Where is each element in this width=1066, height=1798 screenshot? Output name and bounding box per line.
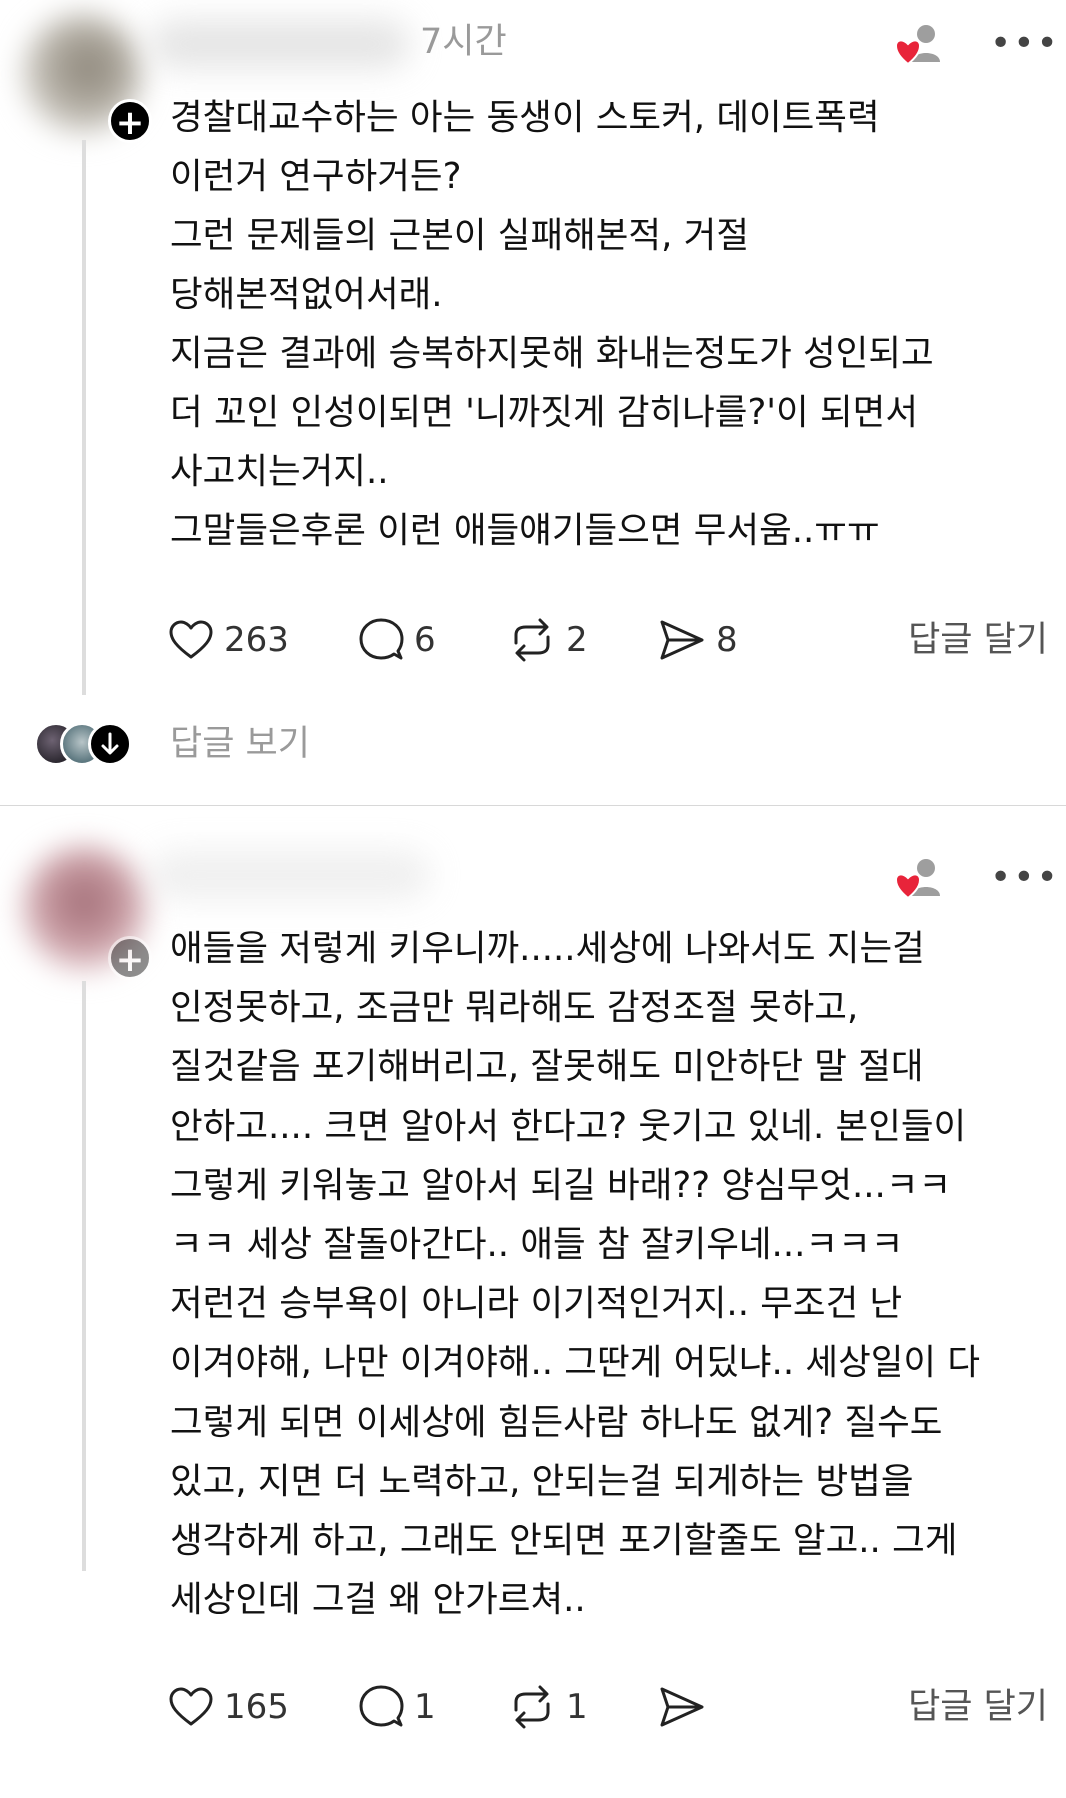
post-line: 그런 문제들의 근본이 실패해본적, 거절: [170, 215, 749, 256]
post-body: 경찰대교수하는 아는 동생이 스토커, 데이트폭력 이런거 연구하거든? 그런 …: [170, 88, 1050, 560]
post-line: 생각하게 하고, 그래도 안되면 포기할줄도 알고.. 그게: [170, 1520, 958, 1562]
reply-button[interactable]: 답글 달기: [908, 1681, 1048, 1733]
repost-icon: [514, 1685, 550, 1729]
more-icon[interactable]: •••: [990, 26, 1058, 62]
share-button[interactable]: 8: [658, 612, 738, 668]
post-line: 안하고.... 크면 알아서 한다고? 웃기고 있네. 본인들이: [170, 1105, 967, 1147]
view-replies-link[interactable]: 답글 보기: [170, 718, 310, 770]
repost-button[interactable]: 1: [508, 1679, 588, 1735]
repost-count: 1: [566, 1687, 588, 1727]
action-bar: 165 1 1 답글 달기: [168, 1679, 1048, 1735]
post-line: 당해본적없어서래.: [170, 274, 443, 315]
post-line: 그말들은후론 이런 애들얘기들으면 무서움..ㅠㅠ: [170, 510, 880, 551]
heart-icon: [169, 1687, 213, 1726]
like-count: 263: [224, 620, 289, 660]
comment-button[interactable]: 1: [358, 1679, 436, 1735]
post-line: ㅋㅋ 세상 잘돌아간다.. 애들 참 잘키우네...ㅋㅋㅋ: [170, 1224, 904, 1266]
view-replies-row[interactable]: 답글 보기: [30, 718, 430, 770]
action-bar: 263 6 2 8 답글 달기: [168, 612, 1048, 668]
post-body: 애들을 저렇게 키우니까.....세상에 나와서도 지는걸 인정못하고, 조금만…: [170, 919, 1050, 1629]
post-timestamp: 7시간: [420, 22, 507, 62]
share-count: 8: [716, 620, 738, 660]
post-line: 인정못하고, 조금만 뭐라해도 감정조절 못하고,: [170, 987, 859, 1029]
post-line: 세상인데 그걸 왜 안가르쳐..: [170, 1579, 586, 1621]
comment-icon: [359, 618, 404, 660]
heart-icon: [169, 620, 213, 659]
post-2: + ••• 애들을 저렇게 키우니까.....세상에 나와서도 지는걸 인정못하…: [0, 806, 1066, 1798]
post-line: 그렇게 되면 이세상에 힘든사람 하나도 없게? 질수도: [170, 1401, 943, 1443]
repost-icon: [514, 618, 550, 662]
like-button[interactable]: 165: [168, 1679, 289, 1735]
post-line: 저런건 승부욕이 아니라 이기적인거지.. 무조건 난: [170, 1283, 903, 1325]
post-line: 그렇게 키워놓고 알아서 되길 바래?? 양심무엇...ㅋㅋ: [170, 1164, 952, 1206]
reply-button[interactable]: 답글 달기: [908, 614, 1048, 666]
author-name-redacted[interactable]: [150, 851, 430, 899]
thread-line: [82, 140, 86, 695]
thread-line: [82, 981, 86, 1571]
post-line: 지금은 결과에 승복하지못해 화내는정도가 성인되고: [170, 333, 934, 374]
post-line: 경찰대교수하는 아는 동생이 스토커, 데이트폭력: [170, 97, 880, 138]
follow-heart-icon[interactable]: [894, 852, 946, 904]
more-icon[interactable]: •••: [990, 860, 1058, 896]
like-button[interactable]: 263: [168, 612, 289, 668]
like-count: 165: [224, 1687, 289, 1727]
author-name-redacted[interactable]: [150, 20, 410, 68]
post-line: 있고, 지면 더 노력하고, 안되는걸 되게하는 방법을: [170, 1460, 914, 1502]
share-icon: [660, 1687, 704, 1727]
share-icon: [660, 620, 704, 660]
post-line: 이겨야해, 나만 이겨야해.. 그딴게 어딨냐.. 세상일이 다: [170, 1342, 980, 1384]
post-line: 더 꼬인 인성이되면 '니까짓게 감히나를?'이 되면서: [170, 392, 918, 433]
post-line: 질것같음 포기해버리고, 잘못해도 미안하단 말 절대: [170, 1046, 924, 1088]
post-line: 애들을 저렇게 키우니까.....세상에 나와서도 지는걸: [170, 928, 925, 969]
comment-count: 1: [414, 1687, 436, 1727]
follow-plus-icon[interactable]: +: [108, 99, 152, 143]
post-1: 7시간 + ••• 경찰대교수하는 아는 동생이 스토커, 데이트폭력 이런거 …: [0, 0, 1066, 805]
comment-button[interactable]: 6: [358, 612, 436, 668]
repost-count: 2: [566, 620, 588, 660]
comment-icon: [359, 1685, 404, 1727]
follow-heart-icon[interactable]: [894, 18, 946, 70]
repost-button[interactable]: 2: [508, 612, 588, 668]
follow-plus-icon[interactable]: +: [108, 936, 152, 980]
comment-count: 6: [414, 620, 436, 660]
share-button[interactable]: [658, 1679, 706, 1735]
arrow-down-icon: [88, 722, 132, 766]
post-line: 이런거 연구하거든?: [170, 156, 462, 197]
post-line: 사고치는거지..: [170, 451, 389, 492]
